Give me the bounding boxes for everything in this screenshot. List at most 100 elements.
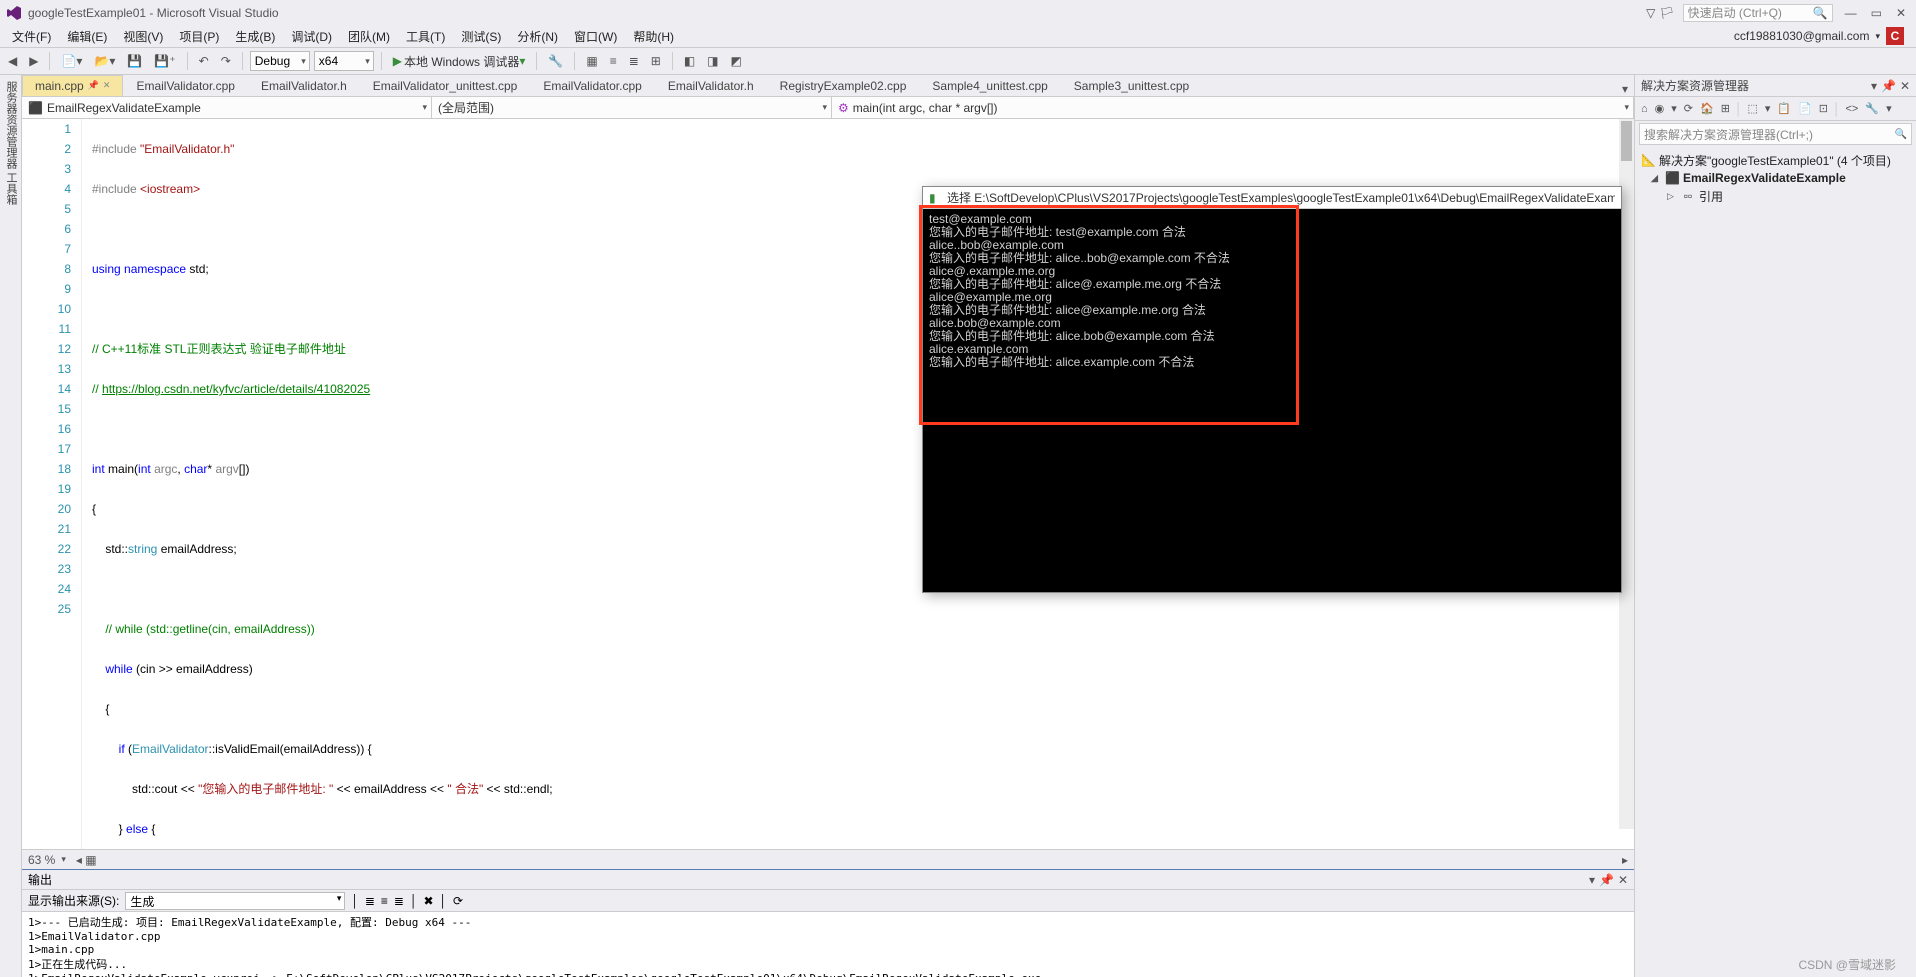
- console-titlebar[interactable]: ▮ 选择 E:\SoftDevelop\CPlus\VS2017Projects…: [923, 187, 1621, 209]
- sol-tb-1[interactable]: ◉: [1653, 100, 1667, 117]
- tab-emailvalidator-h[interactable]: EmailValidator.h: [248, 75, 360, 96]
- window-buttons: — ▭ ✕: [1841, 4, 1910, 22]
- toolbar-icon-1[interactable]: 🔧: [544, 52, 567, 70]
- notification-icons[interactable]: ▽🏳: [1646, 6, 1674, 20]
- nav-forward-button[interactable]: ▶: [25, 52, 42, 70]
- tab-emailvalidator-h2[interactable]: EmailValidator.h: [655, 75, 767, 96]
- tab-emailvalidator-cpp[interactable]: EmailValidator.cpp: [123, 75, 248, 96]
- toolbar-icon-4[interactable]: ≣: [625, 52, 643, 70]
- menu-team[interactable]: 团队(M): [340, 26, 398, 47]
- sol-wrench-icon[interactable]: 🔧: [1863, 100, 1881, 117]
- sol-tb-9[interactable]: ⊡: [1817, 100, 1830, 117]
- maximize-button[interactable]: ▭: [1867, 4, 1886, 22]
- config-combo[interactable]: Debug: [250, 51, 310, 71]
- avatar[interactable]: C: [1886, 27, 1904, 45]
- sidebar-toolbox[interactable]: 服务器资源管理器 工具箱: [0, 75, 22, 977]
- quick-launch-input[interactable]: 快速启动 (Ctrl+Q) 🔍: [1683, 4, 1833, 22]
- menu-analyze[interactable]: 分析(N): [509, 26, 566, 47]
- console-body[interactable]: test@example.com您输入的电子邮件地址: test@example…: [923, 209, 1621, 373]
- menu-build[interactable]: 生成(B): [227, 26, 283, 47]
- sol-tb-8[interactable]: 📄: [1796, 100, 1814, 117]
- account-email[interactable]: ccf19881030@gmail.com: [1734, 29, 1870, 43]
- nav-scope[interactable]: ⬛EmailRegexValidateExample: [22, 97, 432, 118]
- output-tb-2[interactable]: ≡: [381, 894, 388, 908]
- output-body[interactable]: 1>--- 已启动生成: 项目: EmailRegexValidateExamp…: [22, 912, 1634, 977]
- project-node[interactable]: EmailRegexValidateExample: [1683, 171, 1846, 185]
- refs-node[interactable]: 引用: [1699, 188, 1723, 205]
- menu-window[interactable]: 窗口(W): [566, 26, 625, 47]
- solution-toolbar: ⌂ ◉ ▾ ⟳ 🏠 ⊞ │ ⬚ ▾ 📋 📄 ⊡ │ <> 🔧 ▾: [1635, 97, 1916, 121]
- output-tb-1[interactable]: ≣: [365, 894, 375, 908]
- menu-tools[interactable]: 工具(T): [398, 26, 453, 47]
- tab-emailvalidator-cpp2[interactable]: EmailValidator.cpp: [530, 75, 655, 96]
- sol-pin-icon[interactable]: 📌: [1881, 79, 1896, 93]
- output-pin-icon[interactable]: 📌: [1599, 873, 1614, 887]
- sol-tb-11[interactable]: ▾: [1884, 100, 1894, 117]
- output-tb-5[interactable]: ⟳: [453, 894, 463, 908]
- tab-registryexample[interactable]: RegistryExample02.cpp: [767, 75, 920, 96]
- menu-edit[interactable]: 编辑(E): [59, 26, 115, 47]
- menu-view[interactable]: 视图(V): [115, 26, 171, 47]
- toolbar-icon-7[interactable]: ◨: [703, 52, 722, 70]
- toolbar-icon-2[interactable]: ▦: [582, 52, 601, 70]
- expand-icon[interactable]: ◢: [1651, 173, 1661, 184]
- sol-close-icon[interactable]: ✕: [1900, 79, 1910, 93]
- sol-tb-3[interactable]: 🏠: [1698, 100, 1716, 117]
- toolbar-icon-5[interactable]: ⊞: [647, 52, 665, 70]
- minimize-button[interactable]: —: [1841, 4, 1861, 22]
- open-button[interactable]: 📂▾: [90, 52, 119, 70]
- run-button[interactable]: ▶ 本地 Windows 调试器 ▾: [389, 51, 530, 72]
- console-icon: ▮: [929, 191, 943, 205]
- output-tb-4[interactable]: ✖: [423, 894, 433, 908]
- redo-button[interactable]: ↷: [217, 52, 235, 70]
- console-window[interactable]: ▮ 选择 E:\SoftDevelop\CPlus\VS2017Projects…: [922, 186, 1622, 593]
- output-dropdown-icon[interactable]: ▾: [1589, 873, 1595, 887]
- zoom-value[interactable]: 63 %: [28, 853, 55, 867]
- platform-combo[interactable]: x64: [314, 51, 374, 71]
- solution-search[interactable]: 搜索解决方案资源管理器(Ctrl+;): [1639, 123, 1912, 145]
- sol-tb-4[interactable]: ⊞: [1719, 100, 1732, 117]
- console-title: 选择 E:\SoftDevelop\CPlus\VS2017Projects\g…: [947, 189, 1615, 206]
- pin-icon[interactable]: 📌: [88, 80, 99, 91]
- close-button[interactable]: ✕: [1892, 4, 1910, 22]
- tab-sample4[interactable]: Sample4_unittest.cpp: [919, 75, 1060, 96]
- menu-help[interactable]: 帮助(H): [625, 26, 682, 47]
- toolbar-icon-3[interactable]: ≡: [606, 52, 621, 70]
- tab-emailvalidator-unittest[interactable]: EmailValidator_unittest.cpp: [360, 75, 531, 96]
- nav-function[interactable]: ⚙main(int argc, char * argv[]): [832, 97, 1634, 118]
- solution-icon: 📐: [1641, 153, 1655, 167]
- tab-sample3[interactable]: Sample3_unittest.cpp: [1061, 75, 1202, 96]
- output-close-icon[interactable]: ✕: [1618, 873, 1628, 887]
- menu-file[interactable]: 文件(F): [4, 26, 59, 47]
- save-all-button[interactable]: 💾⁺: [150, 52, 179, 70]
- expand-icon[interactable]: ▷: [1667, 191, 1677, 202]
- sol-tb-6[interactable]: ▾: [1763, 100, 1773, 117]
- save-button[interactable]: 💾: [123, 52, 146, 70]
- solution-tree[interactable]: 📐解决方案"googleTestExample01" (4 个项目) ◢⬛Ema…: [1635, 147, 1916, 209]
- undo-button[interactable]: ↶: [195, 52, 213, 70]
- refs-icon: ▫▫: [1681, 189, 1695, 203]
- tabs-overflow-icon[interactable]: ▾: [1616, 82, 1634, 96]
- code-nav-bar: ⬛EmailRegexValidateExample (全局范围) ⚙main(…: [22, 97, 1634, 119]
- menu-test[interactable]: 测试(S): [453, 26, 509, 47]
- sol-tb-7[interactable]: 📋: [1775, 100, 1793, 117]
- sol-tb-10[interactable]: <>: [1844, 101, 1861, 117]
- solution-root[interactable]: 解决方案"googleTestExample01" (4 个项目): [1659, 152, 1891, 169]
- sol-tb-5[interactable]: ⬚: [1745, 100, 1759, 117]
- nav-range[interactable]: (全局范围): [432, 97, 832, 118]
- output-source-combo[interactable]: 生成: [125, 892, 345, 910]
- toolbar-icon-6[interactable]: ◧: [680, 52, 699, 70]
- output-tb-3[interactable]: ≣: [394, 894, 404, 908]
- titlebar: googleTestExample01 - Microsoft Visual S…: [0, 0, 1916, 25]
- sol-home-icon[interactable]: ⌂: [1639, 101, 1650, 117]
- new-item-button[interactable]: 📄▾: [57, 52, 86, 70]
- sol-refresh-icon[interactable]: ⟳: [1682, 100, 1695, 117]
- menu-debug[interactable]: 调试(D): [283, 26, 340, 47]
- sol-dropdown-icon[interactable]: ▾: [1871, 79, 1877, 93]
- nav-back-button[interactable]: ◀: [4, 52, 21, 70]
- toolbar-icon-8[interactable]: ◩: [727, 52, 746, 70]
- tab-main-cpp[interactable]: main.cpp📌✕: [22, 75, 123, 96]
- sol-tb-2[interactable]: ▾: [1669, 100, 1679, 117]
- menu-project[interactable]: 项目(P): [171, 26, 227, 47]
- close-tab-icon[interactable]: ✕: [103, 80, 111, 91]
